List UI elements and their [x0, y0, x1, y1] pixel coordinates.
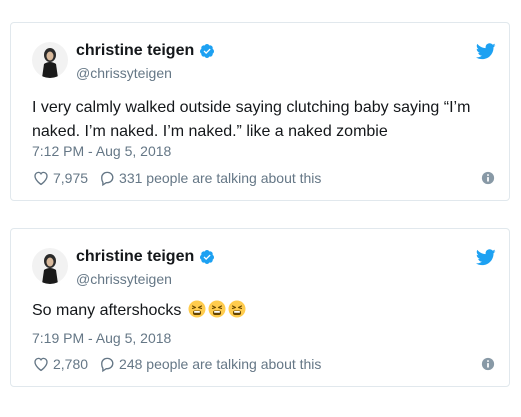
avatar[interactable]: [32, 42, 68, 78]
heart-icon: [34, 357, 48, 372]
author-name[interactable]: christine teigen: [76, 248, 215, 266]
talking-count: 331 people are talking about this: [119, 170, 322, 186]
tweet-text: So many aftershocks: [32, 299, 502, 323]
like-count: 2,780: [53, 356, 89, 372]
info-icon[interactable]: [481, 171, 495, 185]
twitter-bird-icon[interactable]: [476, 249, 496, 266]
tired-face-emoji-icon: [188, 300, 206, 318]
tweet-actions: 7,975 331 people are talking about this: [32, 169, 495, 187]
speech-bubble-icon: [101, 357, 114, 373]
tweet-card[interactable]: christine teigen @chrissyteigen I very c…: [10, 22, 510, 201]
tweet-text: I very calmly walked outside saying clut…: [32, 99, 471, 140]
tweet-card[interactable]: christine teigen @chrissyteigen So many …: [10, 228, 510, 387]
author-handle[interactable]: @chrissyteigen: [76, 271, 172, 287]
verified-badge-icon: [200, 250, 215, 264]
tweet-actions: 2,780 248 people are talking about this: [32, 355, 495, 373]
tweet-timestamp[interactable]: 7:12 PM - Aug 5, 2018: [32, 143, 171, 159]
tweet-timestamp[interactable]: 7:19 PM - Aug 5, 2018: [32, 330, 171, 346]
like-button[interactable]: 7,975: [32, 169, 88, 187]
like-count: 7,975: [53, 170, 89, 186]
like-button[interactable]: 2,780: [32, 355, 88, 373]
speech-bubble-icon: [101, 171, 114, 187]
info-icon[interactable]: [481, 357, 495, 371]
author-handle[interactable]: @chrissyteigen: [76, 65, 172, 81]
reply-conversation-button[interactable]: 248 people are talking about this: [98, 355, 321, 373]
heart-icon: [34, 171, 48, 186]
tired-face-emoji-icon: [208, 300, 226, 318]
tired-face-emoji-icon: [228, 300, 246, 318]
author-name[interactable]: christine teigen: [76, 42, 215, 60]
twitter-bird-icon[interactable]: [476, 43, 496, 60]
talking-count: 248 people are talking about this: [119, 356, 322, 372]
author-name-text[interactable]: christine teigen: [76, 248, 194, 266]
author-name-text[interactable]: christine teigen: [76, 42, 194, 60]
verified-badge-icon: [200, 44, 215, 58]
reply-conversation-button[interactable]: 331 people are talking about this: [98, 169, 321, 187]
avatar[interactable]: [32, 248, 68, 284]
tweet-text-content: So many aftershocks: [32, 302, 182, 319]
